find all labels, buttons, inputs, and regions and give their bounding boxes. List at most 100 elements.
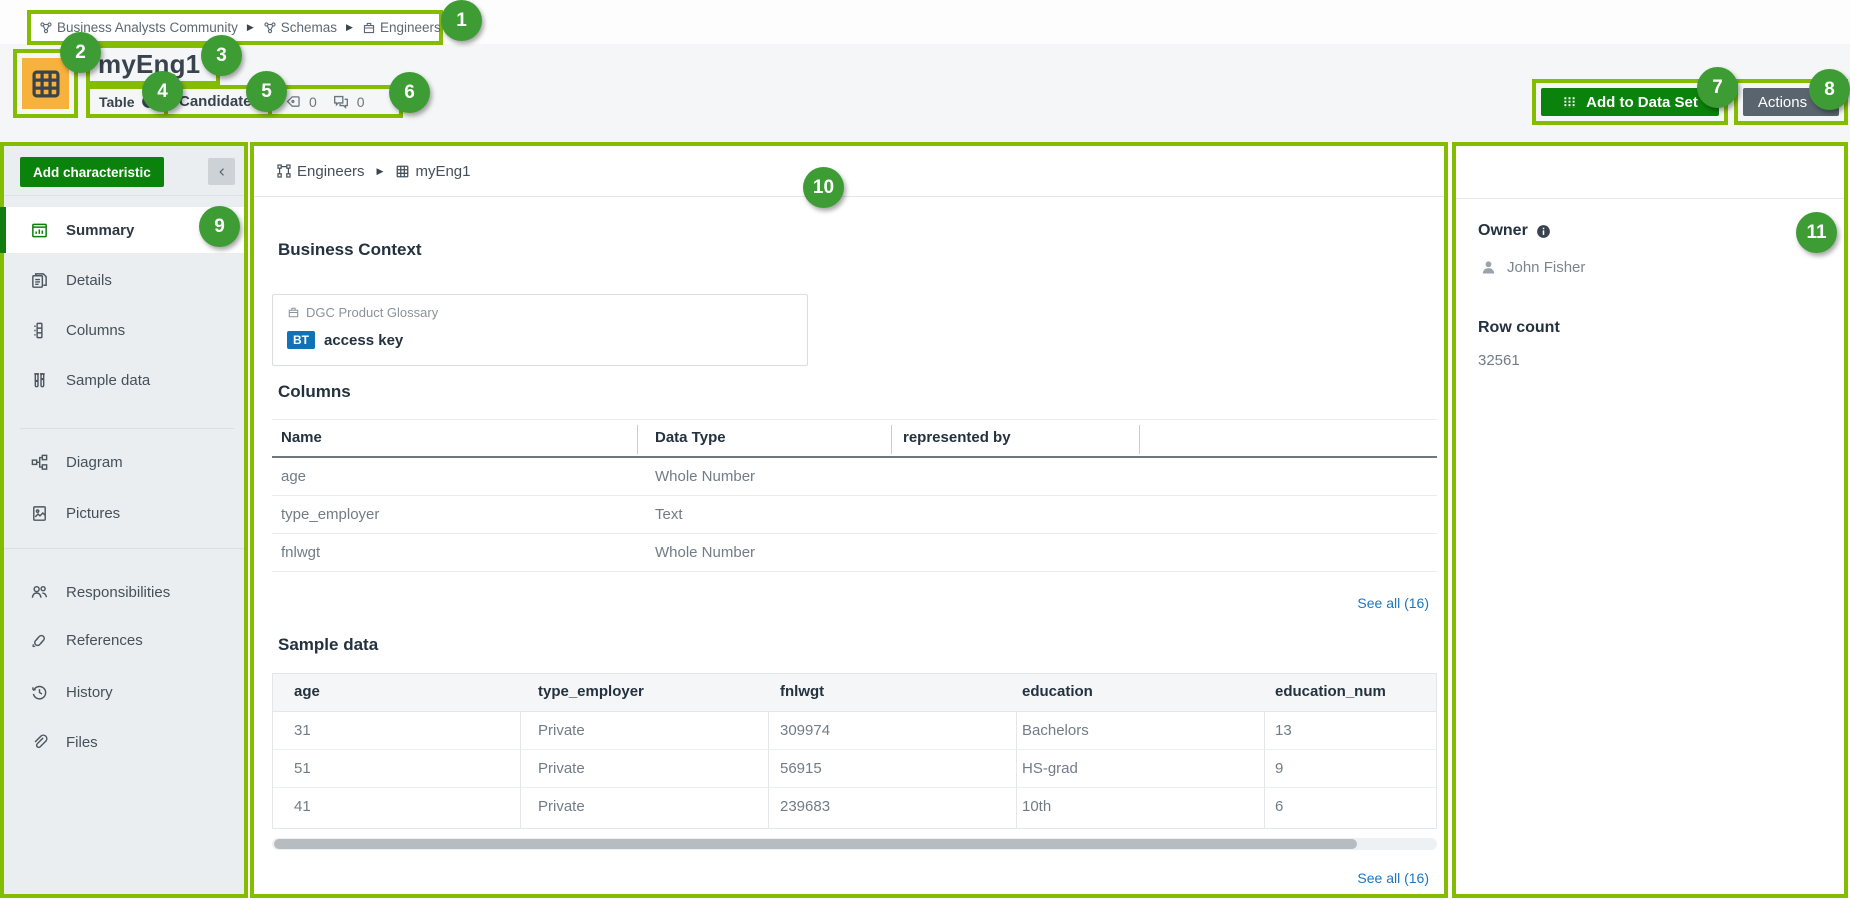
sidebar-item-responsibilities[interactable]: Responsibilities bbox=[4, 569, 244, 615]
annotation-step-3: 3 bbox=[201, 35, 242, 76]
schema-nodes-icon bbox=[276, 163, 292, 179]
column-header: education bbox=[1022, 683, 1093, 700]
table-row[interactable]: age Whole Number bbox=[272, 458, 1437, 496]
annotation-step-8: 8 bbox=[1809, 69, 1850, 110]
breadcrumb-separator-icon: ▶ bbox=[346, 22, 353, 33]
sample-data-heading: Sample data bbox=[278, 635, 378, 655]
info-icon[interactable] bbox=[1536, 224, 1551, 239]
community-icon bbox=[39, 21, 53, 35]
columns-heading: Columns bbox=[278, 382, 351, 402]
status-badge[interactable]: Candidate bbox=[179, 93, 252, 110]
owner-section: Owner bbox=[1478, 222, 1551, 240]
table-grid-icon bbox=[395, 164, 410, 179]
business-context-card: DGC Product Glossary BT access key bbox=[272, 294, 808, 366]
breadcrumb-label: Engineers bbox=[380, 20, 441, 35]
panel-divider bbox=[1456, 198, 1844, 199]
chevron-left-icon bbox=[216, 166, 228, 178]
summary-icon bbox=[30, 221, 49, 240]
column-divider bbox=[1139, 425, 1140, 454]
sidebar-item-history[interactable]: History bbox=[4, 669, 244, 715]
cell-datatype: Whole Number bbox=[655, 544, 755, 561]
main-content: Engineers ▶ myEng1 Business Context DGC … bbox=[250, 142, 1448, 898]
cell: 41 bbox=[294, 798, 311, 815]
table-row[interactable]: type_employer Text bbox=[272, 496, 1437, 534]
column-header[interactable]: represented by bbox=[903, 429, 1011, 446]
breadcrumb-separator-icon: ▶ bbox=[377, 166, 384, 177]
cell-datatype: Text bbox=[655, 506, 683, 523]
add-characteristic-button[interactable]: Add characteristic bbox=[20, 157, 164, 187]
column-header: age bbox=[294, 683, 320, 700]
table-row: 41 Private 239683 10th 6 bbox=[273, 788, 1436, 826]
sidebar-item-references[interactable]: References bbox=[4, 617, 244, 663]
tag-icon[interactable] bbox=[285, 93, 302, 110]
row-count-section: Row count bbox=[1478, 319, 1560, 337]
cell: Private bbox=[538, 760, 585, 777]
person-icon bbox=[1480, 259, 1497, 276]
row-count-label: Row count bbox=[1478, 319, 1560, 337]
sidebar-item-label: Pictures bbox=[66, 505, 120, 522]
cell: 239683 bbox=[780, 798, 830, 815]
comments-icon[interactable] bbox=[332, 93, 350, 111]
annotation-step-11: 11 bbox=[1796, 212, 1837, 253]
columns-icon bbox=[30, 321, 49, 340]
table-row[interactable]: fnlwgt Whole Number bbox=[272, 534, 1437, 572]
cell: 9 bbox=[1275, 760, 1283, 777]
cell-datatype: Whole Number bbox=[655, 468, 755, 485]
right-panel: Owner John Fisher Row count 32561 bbox=[1452, 142, 1848, 898]
sidebar-divider bbox=[4, 548, 244, 549]
cell: 51 bbox=[294, 760, 311, 777]
cell: 56915 bbox=[780, 760, 822, 777]
row-count-value: 32561 bbox=[1478, 352, 1520, 369]
sidebar-item-label: Columns bbox=[66, 322, 125, 339]
dataset-icon bbox=[1562, 95, 1577, 110]
cell: 31 bbox=[294, 722, 311, 739]
business-term-link[interactable]: access key bbox=[324, 332, 403, 349]
annotation-step-5: 5 bbox=[246, 71, 287, 112]
sidebar-divider bbox=[20, 428, 234, 429]
cell-name: fnlwgt bbox=[281, 544, 320, 561]
column-header[interactable]: Name bbox=[281, 429, 322, 446]
glossary-label: DGC Product Glossary bbox=[306, 305, 438, 320]
cell: Bachelors bbox=[1022, 722, 1089, 739]
asset-type-label: Table bbox=[99, 94, 135, 110]
horizontal-scrollbar-track[interactable] bbox=[272, 838, 1437, 850]
breadcrumb-item-community[interactable]: Business Analysts Community bbox=[39, 20, 238, 35]
sidebar: Add characteristic Summary Details Colum… bbox=[0, 142, 248, 898]
columns-table-header: Name Data Type represented by bbox=[272, 419, 1437, 458]
business-term-badge: BT bbox=[287, 331, 315, 349]
annotation-step-9: 9 bbox=[199, 206, 240, 247]
breadcrumb-parent[interactable]: Engineers bbox=[297, 163, 365, 180]
sample-data-icon bbox=[30, 371, 49, 390]
sidebar-item-columns[interactable]: Columns bbox=[4, 307, 244, 353]
actions-label: Actions bbox=[1758, 94, 1807, 111]
sidebar-item-pictures[interactable]: Pictures bbox=[4, 490, 244, 536]
horizontal-scrollbar-thumb[interactable] bbox=[274, 839, 1357, 849]
sidebar-item-label: Details bbox=[66, 272, 112, 289]
sidebar-item-sample-data[interactable]: Sample data bbox=[4, 357, 244, 403]
sidebar-header: Add characteristic bbox=[4, 146, 244, 196]
schema-icon bbox=[362, 21, 376, 35]
columns-table: Name Data Type represented by age Whole … bbox=[272, 419, 1437, 572]
breadcrumb-separator-icon: ▶ bbox=[247, 22, 254, 33]
glossary-term-row: BT access key bbox=[287, 331, 403, 349]
sample-see-all-link[interactable]: See all (16) bbox=[1357, 870, 1429, 886]
cell: 309974 bbox=[780, 722, 830, 739]
sidebar-item-files[interactable]: Files bbox=[4, 719, 244, 765]
breadcrumb-item-schemas[interactable]: Schemas bbox=[263, 20, 337, 35]
history-icon bbox=[30, 683, 49, 702]
owner-user[interactable]: John Fisher bbox=[1480, 259, 1585, 276]
columns-see-all-link[interactable]: See all (16) bbox=[1357, 595, 1429, 611]
details-icon bbox=[30, 271, 49, 290]
table-grid-icon bbox=[29, 67, 63, 101]
sidebar-item-details[interactable]: Details bbox=[4, 257, 244, 303]
sidebar-item-diagram[interactable]: Diagram bbox=[4, 439, 244, 485]
breadcrumb-item-engineers[interactable]: Engineers bbox=[362, 20, 441, 35]
sample-table-header: age type_employer fnlwgt education educa… bbox=[273, 674, 1436, 712]
column-header: type_employer bbox=[538, 683, 644, 700]
annotation-step-7: 7 bbox=[1697, 67, 1738, 108]
add-to-dataset-button[interactable]: Add to Data Set bbox=[1541, 88, 1719, 116]
annotation-step-2: 2 bbox=[60, 32, 101, 73]
sidebar-collapse-button[interactable] bbox=[208, 158, 235, 185]
cell: Private bbox=[538, 722, 585, 739]
column-header[interactable]: Data Type bbox=[655, 429, 726, 446]
